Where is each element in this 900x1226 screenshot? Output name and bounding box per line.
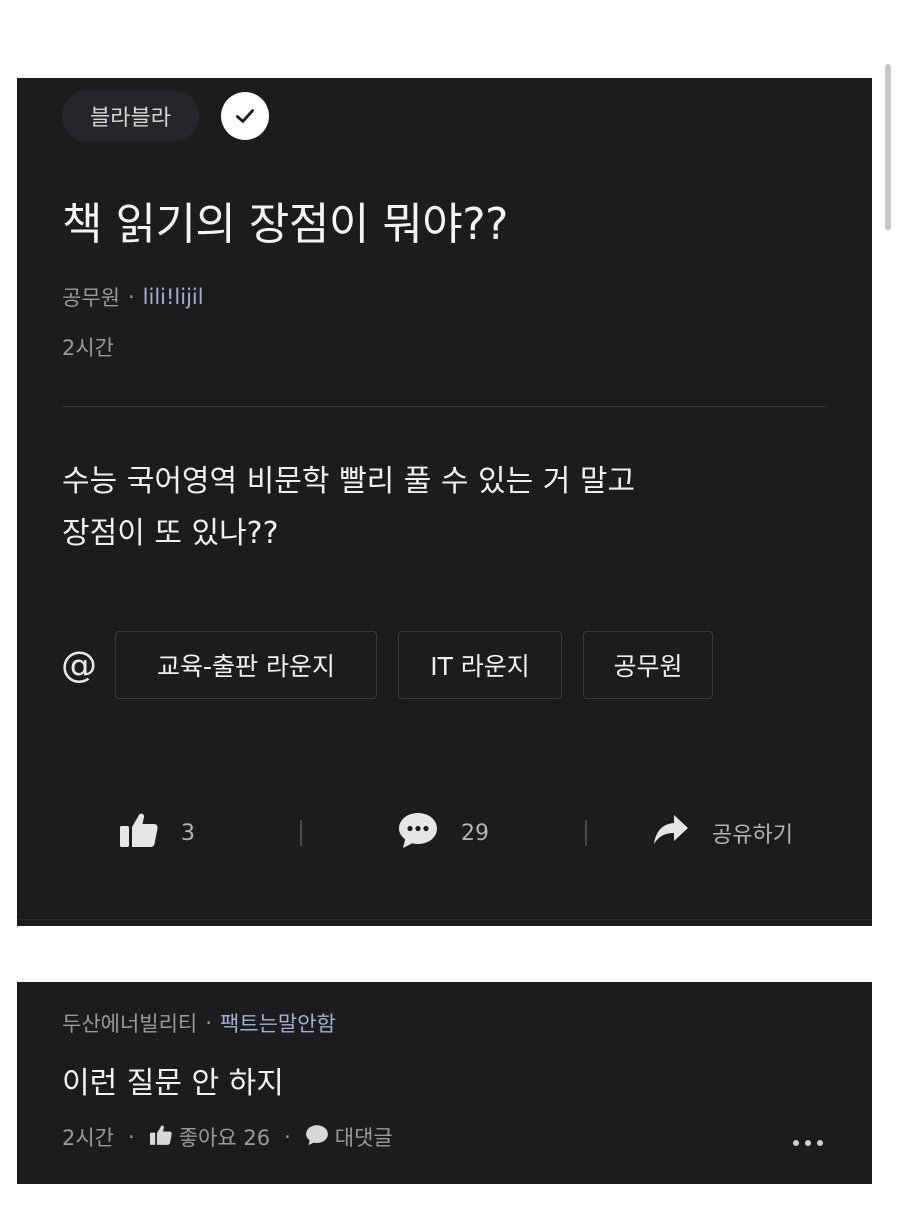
author-nickname: lili!lijil: [142, 285, 204, 309]
comment-time: 2시간: [62, 1126, 115, 1150]
divider: [62, 406, 827, 407]
post-body-line: 수능 국어영역 비문학 빨리 풀 수 있는 거 말고: [62, 464, 636, 499]
share-label: 공유하기: [712, 823, 793, 848]
comment-card: 두산에너빌리티 · 팩트는말안함 이런 질문 안 하지 2시간 · 좋아요 26…: [17, 982, 872, 1184]
divider: [17, 919, 872, 920]
tag-it-lounge[interactable]: IT 라운지: [398, 631, 562, 699]
reply-label: 대댓글: [334, 1126, 393, 1150]
share-button[interactable]: 공유하기: [652, 811, 793, 855]
more-horizontal-icon[interactable]: [793, 1140, 823, 1146]
comment-author-separator: ·: [205, 1011, 212, 1035]
post-time: 2시간: [62, 336, 115, 360]
reply-button[interactable]: 대댓글: [305, 1122, 393, 1152]
comment-count: 29: [461, 820, 489, 846]
check-icon[interactable]: [221, 92, 269, 140]
post-author[interactable]: 공무원 · lili!lijil: [62, 282, 204, 312]
post-card: 블라블라 책 읽기의 장점이 뭐야?? 공무원 · lili!lijil 2시간…: [17, 78, 872, 926]
topic-label: 블라블라: [90, 106, 171, 131]
author-separator: ·: [127, 285, 135, 309]
comment-text: 이런 질문 안 하지: [62, 1066, 284, 1101]
page-scrollbar[interactable]: [885, 64, 891, 230]
post-body-line: 장점이 또 있나??: [62, 516, 279, 551]
like-count: 3: [181, 820, 195, 846]
tag-education-publishing[interactable]: 교육-출판 라운지: [115, 631, 377, 699]
comment-author[interactable]: 두산에너빌리티 · 팩트는말안함: [62, 1008, 336, 1038]
comment-meta: 2시간 · 좋아요 26 · 대댓글: [62, 1122, 393, 1152]
topic-chip[interactable]: 블라블라: [62, 90, 199, 142]
thumbs-up-icon: [149, 1124, 173, 1151]
author-company: 공무원: [62, 286, 120, 310]
like-button[interactable]: 3: [119, 811, 195, 855]
action-separator: [585, 820, 587, 846]
speech-bubble-icon: [397, 811, 439, 855]
speech-bubble-icon: [305, 1124, 329, 1151]
mention-icon: @: [61, 645, 97, 686]
action-separator: [300, 820, 302, 846]
post-title: 책 읽기의 장점이 뭐야??: [62, 199, 509, 250]
post-body: 수능 국어영역 비문학 빨리 풀 수 있는 거 말고 장점이 또 있나??: [62, 456, 822, 560]
share-arrow-icon: [652, 813, 690, 853]
comment-author-company: 두산에너빌리티: [62, 1012, 198, 1036]
comment-author-nickname: 팩트는말안함: [219, 1012, 336, 1036]
tag-civil-servant[interactable]: 공무원: [583, 631, 713, 699]
comment-like-button[interactable]: 좋아요 26: [149, 1122, 270, 1152]
comment-button[interactable]: 29: [397, 811, 489, 855]
thumbs-up-icon: [119, 811, 159, 855]
meta-separator: ·: [284, 1125, 291, 1149]
comment-like-label: 좋아요 26: [178, 1126, 271, 1150]
meta-separator: ·: [128, 1125, 135, 1149]
